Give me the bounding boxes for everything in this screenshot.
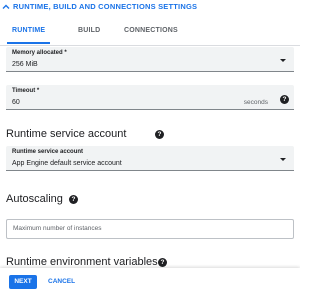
timeout-suffix: seconds: [243, 99, 268, 106]
memory-allocated-select[interactable]: Memory allocated * 256 MiB: [6, 47, 294, 72]
tab-bar: RUNTIME BUILD CONNECTIONS: [0, 19, 300, 46]
max-instances-input[interactable]: Maximum number of instances: [6, 219, 294, 239]
runtime-service-account-heading: Runtime service account: [6, 128, 127, 140]
section-title: RUNTIME, BUILD AND CONNECTIONS SETTINGS: [13, 2, 198, 11]
chevron-up-icon[interactable]: [1, 2, 11, 12]
tab-connections[interactable]: CONNECTIONS: [124, 27, 178, 34]
footer-bar: NEXT CANCEL: [0, 268, 300, 294]
autoscaling-heading: Autoscaling: [6, 193, 63, 205]
memory-allocated-label: Memory allocated *: [12, 50, 67, 56]
help-icon[interactable]: ?: [158, 258, 167, 267]
section-header[interactable]: RUNTIME, BUILD AND CONNECTIONS SETTINGS: [0, 0, 300, 16]
dropdown-arrow-icon[interactable]: [280, 158, 286, 161]
tab-runtime[interactable]: RUNTIME: [12, 27, 45, 34]
help-icon[interactable]: ?: [280, 95, 289, 104]
help-icon[interactable]: ?: [69, 195, 78, 204]
cancel-button[interactable]: CANCEL: [48, 275, 75, 289]
settings-page: RUNTIME, BUILD AND CONNECTIONS SETTINGS …: [0, 0, 300, 294]
runtime-service-account-value: App Engine default service account: [12, 160, 122, 167]
timeout-label: Timeout *: [12, 88, 40, 94]
max-instances-placeholder: Maximum number of instances: [13, 225, 102, 232]
runtime-env-vars-heading: Runtime environment variables: [6, 256, 158, 268]
memory-allocated-value: 256 MiB: [12, 61, 38, 68]
help-icon[interactable]: ?: [155, 130, 164, 139]
timeout-field[interactable]: Timeout * 60 seconds ?: [6, 85, 294, 110]
runtime-service-account-label: Runtime service account: [12, 149, 84, 155]
runtime-service-account-select[interactable]: Runtime service account App Engine defau…: [6, 146, 294, 171]
dropdown-arrow-icon[interactable]: [280, 59, 286, 62]
active-tab-indicator: [7, 42, 50, 44]
tab-build[interactable]: BUILD: [78, 27, 100, 34]
next-button[interactable]: NEXT: [9, 275, 37, 289]
timeout-value: 60: [12, 99, 20, 106]
